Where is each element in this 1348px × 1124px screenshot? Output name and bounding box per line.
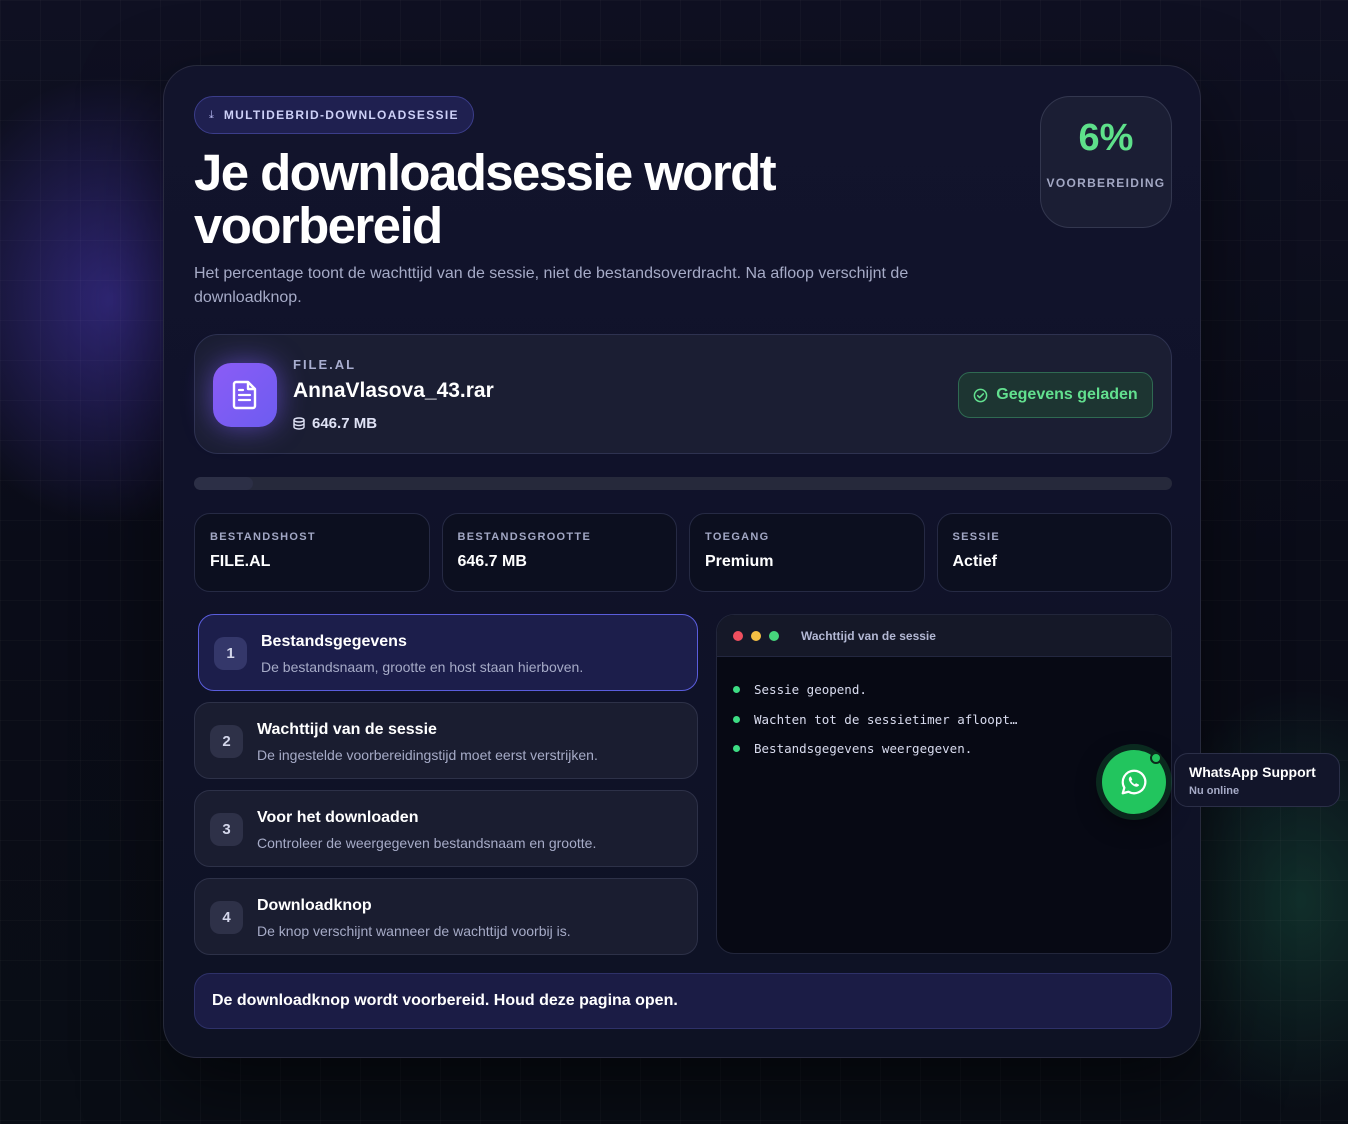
whatsapp-support-tooltip[interactable]: WhatsApp Support Nu online	[1174, 753, 1340, 807]
close-dot-icon	[733, 630, 743, 641]
steps-list: 1 Bestandsgegevens De bestandsnaam, groo…	[194, 614, 698, 966]
progress-label: VOORBEREIDING	[1046, 176, 1166, 190]
step-item-wait-time: 2 Wachttijd van de sessie De ingestelde …	[194, 702, 698, 779]
step-description: Controleer de weergegeven bestandsnaam e…	[257, 835, 597, 851]
step-title: Bestandsgegevens	[261, 633, 407, 650]
step-item-download-button: 4 Downloadknop De knop verschijnt wannee…	[194, 878, 698, 955]
stat-value: FILE.AL	[210, 553, 271, 570]
step-description: De knop verschijnt wanneer de wachttijd …	[257, 923, 571, 939]
file-card: FILE.AL AnnaVlasova_43.rar 646.7 MB Gege…	[194, 334, 1172, 454]
file-size-value: 646.7 MB	[312, 415, 378, 432]
step-number: 1	[214, 637, 247, 670]
whatsapp-status: Nu online	[1189, 785, 1240, 797]
maximize-dot-icon	[769, 630, 779, 641]
log-text: Sessie geopend.	[754, 682, 867, 698]
step-description: De bestandsnaam, grootte en host staan h…	[261, 659, 584, 675]
step-title: Wachttijd van de sessie	[257, 721, 437, 738]
log-text: Bestandsgegevens weergegeven.	[754, 741, 973, 757]
stat-label: BESTANDSHOST	[210, 531, 316, 543]
terminal-title: Wachttijd van de sessie	[801, 628, 936, 643]
check-circle-icon	[973, 388, 988, 402]
progress-bar-fill	[194, 477, 253, 490]
step-title: Voor het downloaden	[257, 809, 419, 826]
progress-bar	[194, 477, 1172, 490]
stat-value: Premium	[705, 553, 774, 570]
progress-percent: 6%	[1078, 117, 1134, 159]
log-line: Sessie geopend.	[733, 675, 1171, 705]
minimize-dot-icon	[751, 630, 761, 641]
download-session-card: ⤓ MULTIDEBRID-DOWNLOADSESSIE Je download…	[163, 65, 1201, 1058]
whatsapp-icon	[1121, 769, 1147, 795]
stat-size: BESTANDSGROOTTE 646.7 MB	[441, 513, 677, 592]
status-notice: De downloadknop wordt voorbereid. Houd d…	[194, 973, 1172, 1029]
whatsapp-title: WhatsApp Support	[1189, 764, 1316, 780]
data-loaded-button[interactable]: Gegevens geladen	[958, 372, 1153, 418]
log-text: Wachten tot de sessietimer afloopt…	[754, 711, 1018, 727]
step-number: 4	[210, 901, 243, 934]
step-item-file-details: 1 Bestandsgegevens De bestandsnaam, groo…	[198, 614, 698, 691]
page-subtitle: Het percentage toont de wachttijd van de…	[194, 265, 909, 306]
stat-label: TOEGANG	[705, 531, 770, 543]
step-number: 2	[210, 725, 243, 758]
stat-label: BESTANDSGROOTTE	[457, 531, 592, 543]
log-line: Wachten tot de sessietimer afloopt…	[733, 705, 1171, 735]
terminal-log: Sessie geopend. Wachten tot de sessietim…	[717, 657, 1171, 764]
stat-value: 646.7 MB	[457, 553, 527, 570]
step-number: 3	[210, 813, 243, 846]
session-type-label: MULTIDEBRID-DOWNLOADSESSIE	[223, 108, 459, 122]
stats-row: BESTANDSHOST FILE.AL BESTANDSGROOTTE 646…	[194, 513, 1172, 592]
download-icon: ⤓	[209, 108, 214, 121]
file-name: AnnaVlasova_43.rar	[293, 379, 494, 402]
stat-label: SESSIE	[952, 531, 1001, 543]
data-loaded-label: Gegevens geladen	[996, 386, 1138, 403]
step-item-before-download: 3 Voor het downloaden Controleer de weer…	[194, 790, 698, 867]
file-size: 646.7 MB	[293, 415, 377, 432]
status-dot-icon	[733, 686, 740, 694]
file-host: FILE.AL	[293, 357, 357, 372]
document-icon	[213, 363, 277, 427]
session-type-badge: ⤓ MULTIDEBRID-DOWNLOADSESSIE	[194, 96, 474, 134]
terminal-header: Wachttijd van de sessie	[717, 615, 1171, 657]
stat-access: TOEGANG Premium	[689, 513, 925, 592]
status-dot-icon	[733, 745, 740, 753]
online-indicator	[1150, 752, 1162, 764]
step-description: De ingestelde voorbereidingstijd moet ee…	[257, 747, 598, 763]
stat-session: SESSIE Actief	[936, 513, 1172, 592]
database-icon	[293, 417, 305, 430]
log-line: Bestandsgegevens weergegeven.	[733, 734, 1171, 764]
page-title: Je downloadsessie wordt voorbereid	[194, 144, 777, 254]
stat-value: Actief	[952, 553, 997, 570]
status-dot-icon	[733, 715, 740, 723]
step-title: Downloadknop	[257, 897, 372, 914]
stat-host: BESTANDSHOST FILE.AL	[194, 513, 430, 592]
progress-badge: 6% VOORBEREIDING	[1040, 96, 1172, 228]
